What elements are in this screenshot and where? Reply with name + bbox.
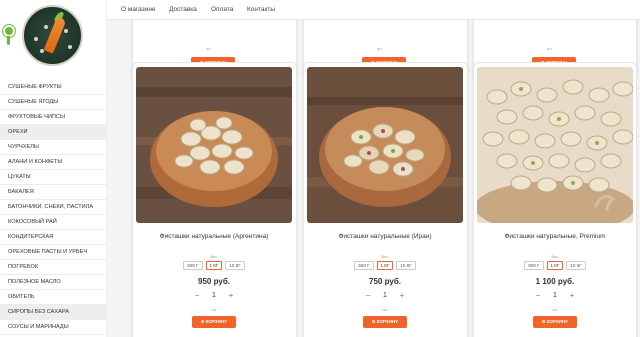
sidebar-item[interactable]: Сушеные фрукты xyxy=(0,80,107,95)
quantity-value[interactable]: 1 xyxy=(212,292,216,299)
product-photo[interactable] xyxy=(307,67,463,223)
unit-label: шт xyxy=(206,46,212,51)
logo-dot xyxy=(64,29,68,33)
quantity-stepper: − 1 + xyxy=(474,291,636,300)
weight-label: Вес xyxy=(551,254,559,259)
product-price: 750 руб. xyxy=(369,277,401,286)
weight-option-selected[interactable]: 1 КГ xyxy=(376,261,394,270)
sidebar-item[interactable]: Орехи xyxy=(0,125,107,140)
sidebar-item[interactable]: Погребок xyxy=(0,260,107,275)
decrease-button[interactable]: − xyxy=(192,291,202,300)
sidebar-item[interactable]: Батончики, снеки, пастила xyxy=(0,200,107,215)
quantity-value[interactable]: 1 xyxy=(553,292,557,299)
product-card: Фисташки натуральные (Аргентина) Вес 500… xyxy=(132,62,297,337)
add-to-cart-button[interactable]: В корзину xyxy=(192,316,236,328)
sidebar-item[interactable]: Кондитерская xyxy=(0,230,107,245)
product-grid: шт В корзину шт В корзину шт В корзину xyxy=(107,10,640,337)
product-title[interactable]: Фисташки натуральные (Аргентина) xyxy=(133,233,295,240)
product-card: Фисташки натуральные (Иран) Вес 500 Г 1 … xyxy=(303,62,468,337)
weight-option[interactable]: 10 КГ xyxy=(225,261,245,270)
sidebar-item[interactable]: Сушеные ягоды xyxy=(0,95,107,110)
carrot-icon xyxy=(43,16,67,54)
product-price: 1 100 руб. xyxy=(535,277,575,286)
quantity-stepper: − 1 + xyxy=(133,291,295,300)
product-title[interactable]: Фисташки натуральные, Premium xyxy=(474,233,636,240)
sidebar-item[interactable]: Алани и конфеты xyxy=(0,155,107,170)
decrease-button[interactable]: − xyxy=(363,291,373,300)
shop-logo[interactable] xyxy=(22,5,83,66)
weight-option[interactable]: 500 Г xyxy=(354,261,374,270)
increase-button[interactable]: + xyxy=(226,291,236,300)
logo-dot xyxy=(68,45,72,49)
product-card: Фисташки натуральные, Premium Вес 500 Г … xyxy=(473,62,637,337)
logo-dot xyxy=(44,25,48,29)
category-menu: Сушеные фрукты Сушеные ягоды Фруктовые чип… xyxy=(0,80,107,337)
nav-link-about[interactable]: О магазине xyxy=(121,6,156,13)
location-pin-stem xyxy=(7,36,10,45)
weight-option[interactable]: 500 Г xyxy=(524,261,544,270)
logo-dot xyxy=(34,37,38,41)
decrease-button[interactable]: − xyxy=(533,291,543,300)
product-photo[interactable] xyxy=(136,67,292,223)
nav-link-delivery[interactable]: Доставка xyxy=(169,6,197,13)
product-title[interactable]: Фисташки натуральные (Иран) xyxy=(304,233,466,240)
weight-option-selected[interactable]: 1 КГ xyxy=(546,261,564,270)
sidebar-item[interactable]: Кокосовый рай xyxy=(0,215,107,230)
weight-option[interactable]: 10 КГ xyxy=(566,261,586,270)
add-to-cart-button[interactable]: В корзину xyxy=(363,316,407,328)
increase-button[interactable]: + xyxy=(397,291,407,300)
weight-option-selected[interactable]: 1 КГ xyxy=(205,261,223,270)
page: Сушеные фрукты Сушеные ягоды Фруктовые чип… xyxy=(0,0,640,337)
top-navigation: О магазине Доставка Оплата Контакты xyxy=(107,0,640,20)
sidebar-item[interactable]: Чурчхелы xyxy=(0,140,107,155)
add-to-cart-button[interactable]: В корзину xyxy=(533,316,577,328)
sidebar-item[interactable]: Цукаты xyxy=(0,170,107,185)
weight-label: Вес xyxy=(210,254,218,259)
sidebar-item[interactable]: Обитель xyxy=(0,290,107,305)
unit-label: шт xyxy=(547,46,553,51)
unit-label: шт xyxy=(377,46,383,51)
unit-label: шт xyxy=(382,307,388,312)
increase-button[interactable]: + xyxy=(567,291,577,300)
nav-link-payment[interactable]: Оплата xyxy=(211,6,233,13)
quantity-stepper: − 1 + xyxy=(304,291,466,300)
sidebar-item[interactable]: Фруктовые чипсы xyxy=(0,110,107,125)
weight-option[interactable]: 500 Г xyxy=(183,261,203,270)
sidebar-item[interactable]: Бакалея xyxy=(0,185,107,200)
weight-options: 500 Г 1 КГ 10 КГ xyxy=(304,261,466,270)
product-price: 950 руб. xyxy=(198,277,230,286)
weight-label: Вес xyxy=(381,254,389,259)
sidebar-item[interactable]: Ореховые пасты и урбеч xyxy=(0,245,107,260)
weight-options: 500 Г 1 КГ 10 КГ xyxy=(133,261,295,270)
weight-options: 500 Г 1 КГ 10 КГ xyxy=(474,261,636,270)
nav-link-contacts[interactable]: Контакты xyxy=(247,6,275,13)
product-photo[interactable] xyxy=(477,67,633,223)
unit-label: шт xyxy=(211,307,217,312)
logo-area xyxy=(0,0,107,72)
weight-option[interactable]: 10 КГ xyxy=(396,261,416,270)
unit-label: шт xyxy=(552,307,558,312)
logo-dot xyxy=(40,49,44,53)
sidebar-item[interactable]: Сиропы без сахара xyxy=(0,305,107,320)
quantity-value[interactable]: 1 xyxy=(383,292,387,299)
sidebar-item[interactable]: Полезное масло xyxy=(0,275,107,290)
sidebar: Сушеные фрукты Сушеные ягоды Фруктовые чип… xyxy=(0,0,107,337)
sidebar-item[interactable]: Соусы и маринады xyxy=(0,320,107,335)
